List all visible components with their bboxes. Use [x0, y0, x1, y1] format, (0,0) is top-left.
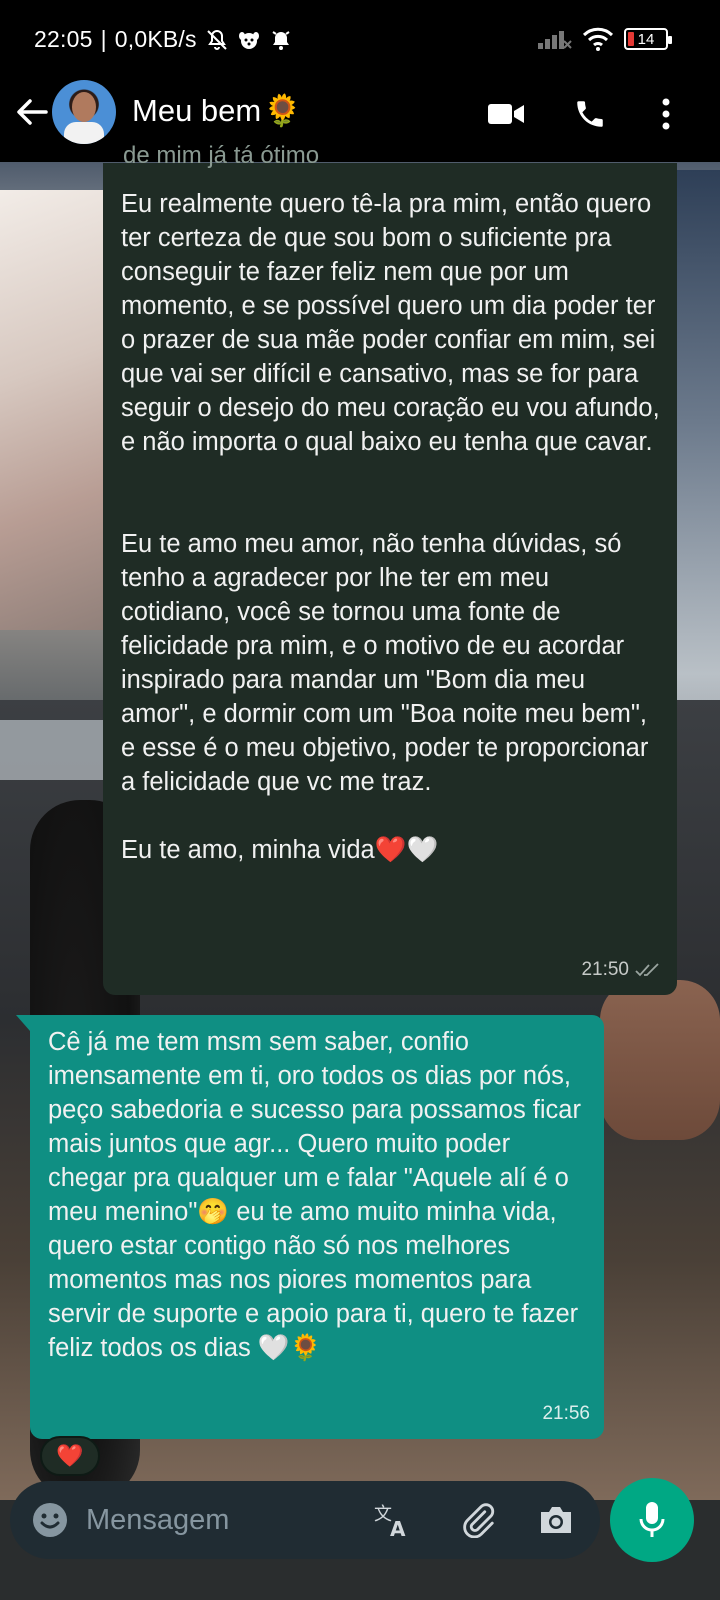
dog-app-icon — [238, 31, 259, 49]
message-meta: 21:50 — [581, 953, 661, 987]
contact-name-emoji: 🌻 — [263, 93, 302, 128]
message-time: 21:56 — [542, 1403, 590, 1424]
voice-call-button[interactable] — [568, 92, 612, 136]
bell-off-icon — [206, 29, 227, 50]
wallpaper-board — [0, 190, 120, 630]
signal-icon — [538, 31, 572, 49]
status-separator: | — [100, 26, 107, 52]
translate-button[interactable]: 文 A — [370, 1498, 414, 1542]
phone-icon — [577, 101, 603, 127]
status-right: 14 — [538, 26, 672, 52]
message-text: Cê já me tem msm sem saber, confio imens… — [48, 1028, 589, 1362]
status-time: 22:05 — [34, 26, 93, 52]
status-bar: 22:05 | 0,0KB/s 14 — [0, 0, 720, 78]
attach-button[interactable] — [456, 1498, 500, 1542]
bubble-tail — [16, 1015, 30, 1031]
more-options-button[interactable] — [644, 92, 688, 136]
status-net-speed: 0,0KB/s — [114, 26, 197, 52]
back-arrow-icon[interactable] — [12, 92, 52, 132]
message-time: 21:50 — [581, 959, 629, 980]
battery-level-fill — [628, 32, 634, 46]
translate-icon: 文 A — [374, 1504, 406, 1540]
outgoing-message[interactable]: Cê já me tem msm sem saber, confio imens… — [16, 1015, 604, 1439]
video-call-button[interactable] — [484, 92, 528, 136]
wifi-icon — [582, 27, 614, 51]
mic-icon — [639, 1502, 665, 1537]
contact-name[interactable]: Meu bem 🌻 — [132, 92, 302, 129]
contact-avatar[interactable] — [52, 80, 116, 144]
message-text: Eu realmente quero tê-la pra mim, então … — [121, 190, 660, 864]
message-input[interactable] — [86, 1499, 346, 1541]
video-call-icon — [488, 104, 524, 124]
battery-level: 14 — [637, 30, 655, 48]
svg-text:A: A — [390, 1517, 406, 1540]
wallpaper-desk — [0, 720, 110, 780]
message-meta: 21:56 — [542, 1397, 590, 1431]
battery-icon: 14 — [624, 28, 672, 50]
message-reaction[interactable]: ❤️ — [40, 1436, 100, 1476]
more-options-icon — [662, 98, 670, 130]
camera-icon — [541, 1507, 571, 1533]
avatar-body — [64, 122, 104, 144]
clipped-previous-line: de mim já tá ótimo — [123, 142, 320, 169]
attach-icon — [463, 1503, 495, 1538]
voice-message-button[interactable] — [610, 1478, 694, 1562]
camera-button[interactable] — [534, 1498, 578, 1542]
avatar-face — [72, 92, 96, 122]
wallpaper-arm — [600, 980, 720, 1140]
status-left: 22:05 | 0,0KB/s — [34, 26, 293, 53]
double-check-icon — [635, 963, 659, 977]
message-composer: 文 A — [10, 1481, 600, 1559]
incoming-message[interactable]: de mim já tá ótimo Eu realmente quero tê… — [103, 142, 677, 995]
emoji-icon[interactable] — [28, 1498, 72, 1542]
alarm-icon — [272, 30, 290, 50]
contact-name-text: Meu bem — [132, 92, 262, 128]
